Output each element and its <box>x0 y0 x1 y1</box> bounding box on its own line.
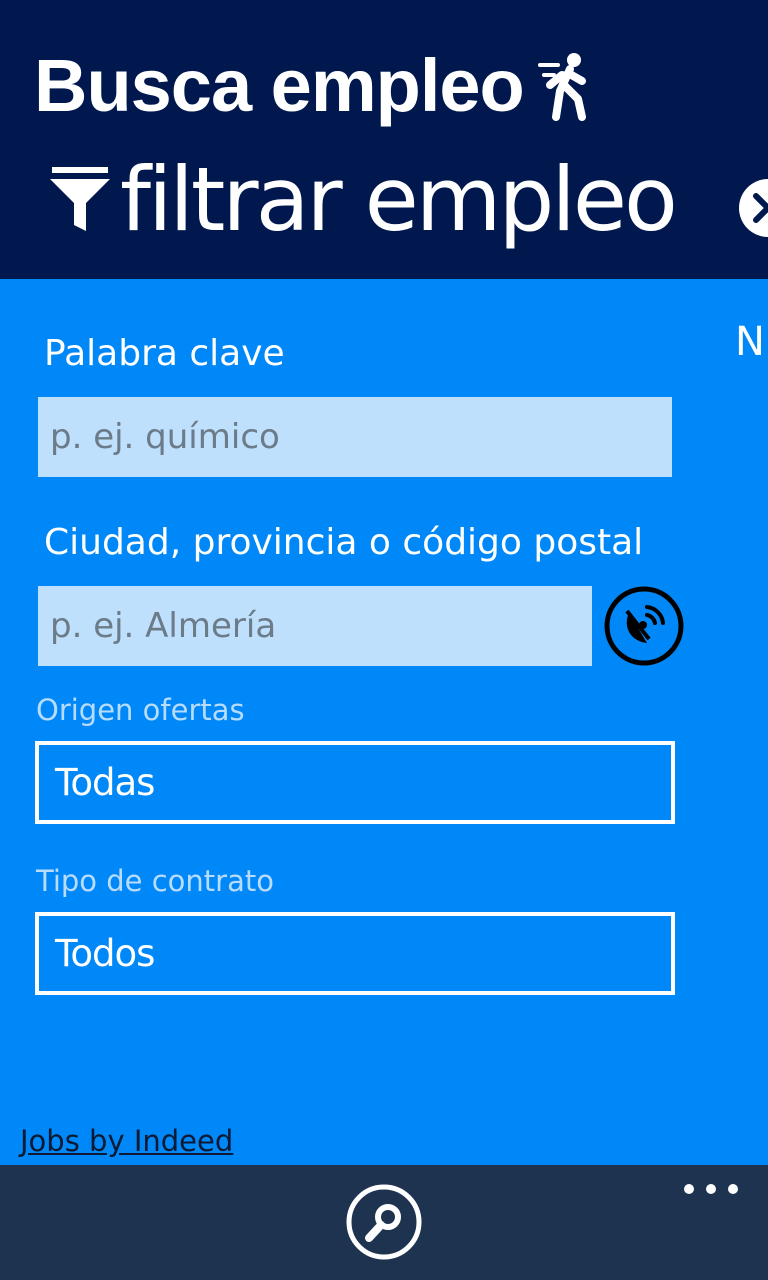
satellite-dish-icon[interactable] <box>603 585 685 667</box>
app-title-row: Busca empleo <box>34 44 598 128</box>
search-icon[interactable] <box>345 1183 423 1261</box>
contract-picker-value: Todos <box>55 932 155 975</box>
location-input[interactable] <box>38 586 592 666</box>
filter-icon <box>50 167 110 231</box>
next-pivot-peek[interactable]: N <box>735 318 765 366</box>
source-picker-value: Todas <box>55 761 155 804</box>
keyword-label: Palabra clave <box>44 333 285 374</box>
location-label: Ciudad, provincia o código postal <box>44 522 644 563</box>
source-picker[interactable]: Todas <box>35 741 675 824</box>
app-header: Busca empleo filtrar empleo <box>0 0 768 279</box>
more-dots-icon[interactable] <box>684 1177 738 1201</box>
keyword-input[interactable] <box>38 397 672 477</box>
pivot-title: filtrar empleo <box>120 148 678 251</box>
person-walking-icon <box>537 53 586 121</box>
app-bar <box>0 1165 768 1280</box>
source-label: Origen ofertas <box>36 693 245 727</box>
app-title: Busca empleo <box>34 44 525 127</box>
pivot-header[interactable]: filtrar empleo <box>48 145 678 255</box>
contract-label: Tipo de contrato <box>36 864 274 898</box>
dot <box>684 1184 694 1194</box>
dot <box>728 1184 738 1194</box>
close-circle-icon[interactable] <box>738 178 768 238</box>
dot <box>706 1184 716 1194</box>
contract-picker[interactable]: Todos <box>35 912 675 995</box>
jobs-by-indeed-link[interactable]: Jobs by Indeed <box>20 1122 233 1160</box>
